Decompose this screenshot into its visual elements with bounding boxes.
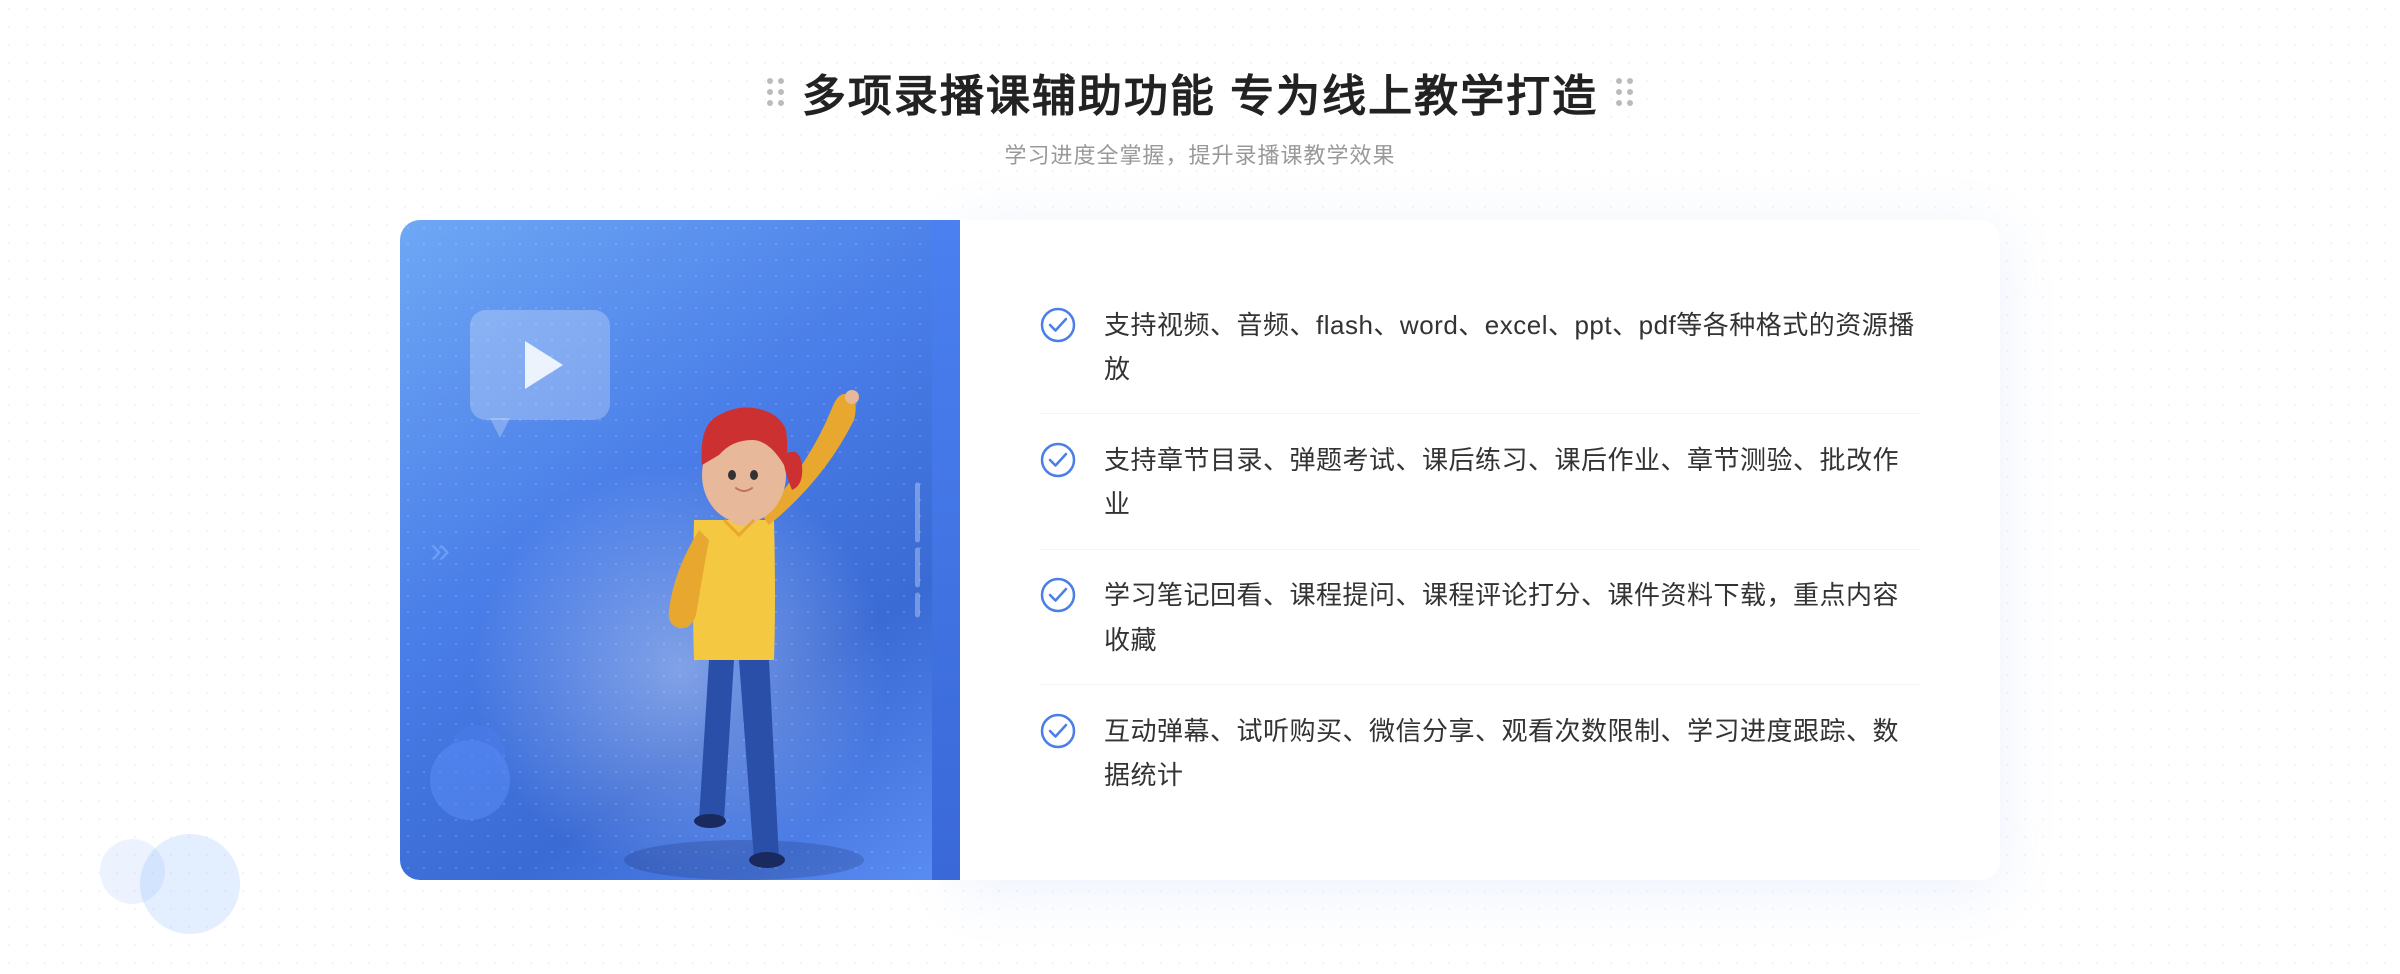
page-wrapper: 多项录播课辅助功能 专为线上教学打造 学习进度全掌握，提升录播课教学效果 » [0,0,2400,974]
check-icon-1 [1040,307,1076,343]
check-icon-3 [1040,577,1076,613]
play-triangle-icon [525,341,563,389]
feature-item-3: 学习笔记回看、课程提问、课程评论打分、课件资料下载，重点内容收藏 [1040,551,1920,684]
check-icon-2 [1040,442,1076,478]
right-features-panel: 支持视频、音频、flash、word、excel、ppt、pdf等各种格式的资源… [960,220,2000,880]
feature-text-2: 支持章节目录、弹题考试、课后练习、课后作业、章节测验、批改作业 [1104,438,1920,526]
header-section: 多项录播课辅助功能 专为线上教学打造 学习进度全掌握，提升录播课教学效果 [767,60,1633,170]
right-dots-deco [1616,78,1633,106]
feature-item-4: 互动弹幕、试听购买、微信分享、观看次数限制、学习进度跟踪、数据统计 [1040,687,1920,819]
main-title: 多项录播课辅助功能 专为线上教学打造 [802,60,1598,124]
header-subtitle: 学习进度全掌握，提升录播课教学效果 [767,138,1633,170]
left-dots-deco [767,78,784,106]
feature-text-4: 互动弹幕、试听购买、微信分享、观看次数限制、学习进度跟踪、数据统计 [1104,709,1920,797]
header-title-row: 多项录播课辅助功能 专为线上教学打造 [767,60,1633,124]
side-strip-deco [932,220,960,880]
feature-text-3: 学习笔记回看、课程提问、课程评论打分、课件资料下载，重点内容收藏 [1104,573,1920,661]
deco-stripes [915,483,920,618]
check-icon-4 [1040,713,1076,749]
outer-deco-circle-2 [100,839,165,904]
feature-text-1: 支持视频、音频、flash、word、excel、ppt、pdf等各种格式的资源… [1104,303,1920,391]
feature-item-2: 支持章节目录、弹题考试、课后练习、课后作业、章节测验、批改作业 [1040,416,1920,549]
feature-item-1: 支持视频、音频、flash、word、excel、ppt、pdf等各种格式的资源… [1040,281,1920,414]
main-content: » [400,220,2000,880]
left-chevrons: » [430,530,450,570]
left-illustration-panel [400,220,960,880]
left-chevron-icon: » [430,530,450,570]
character-illustration [584,300,904,880]
deco-circle-small [450,725,505,780]
